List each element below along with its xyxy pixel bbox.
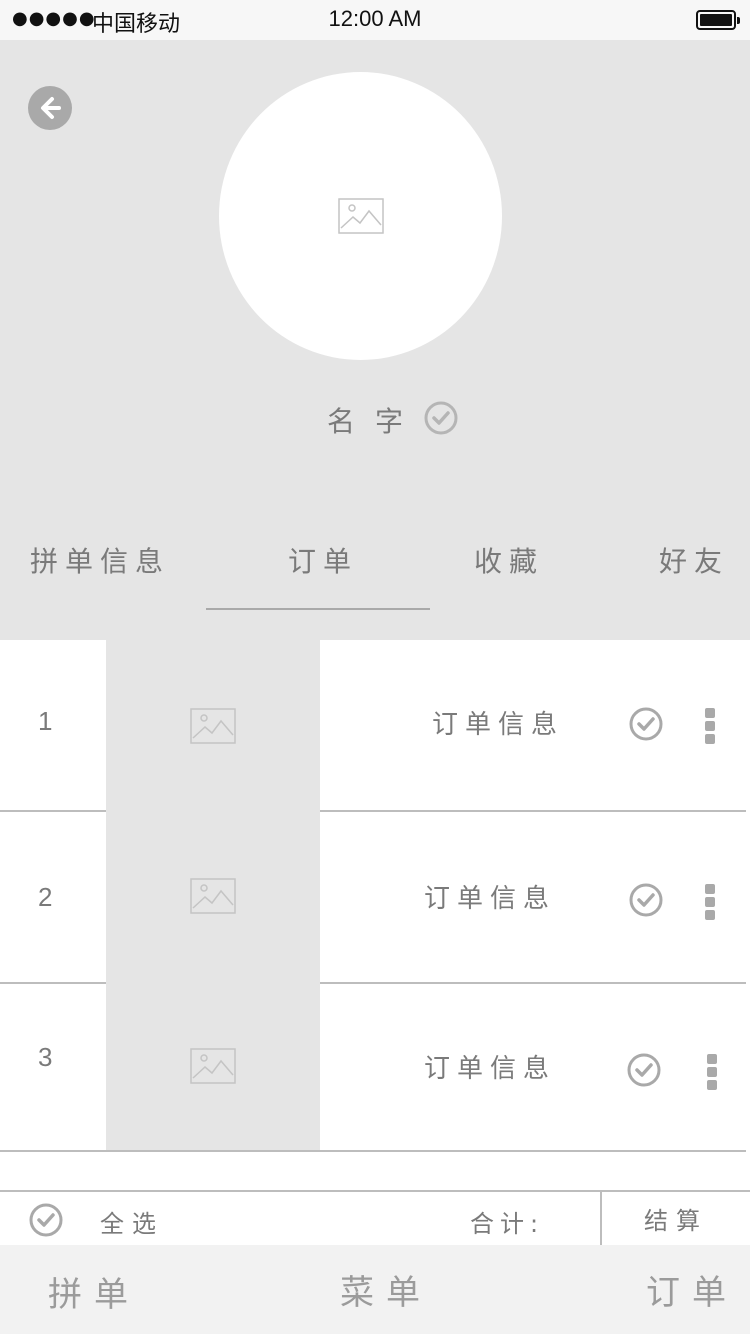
image-placeholder-icon (337, 198, 384, 234)
select-all-label[interactable]: 全选 (100, 1204, 164, 1239)
tab-orders[interactable]: 订单 (288, 540, 358, 580)
status-time: 12:00 AM (328, 6, 422, 31)
image-placeholder-icon (190, 708, 236, 744)
more-vertical-icon[interactable] (707, 1054, 719, 1093)
image-placeholder-icon (190, 1048, 236, 1084)
order-row[interactable]: 1 订单信息 (0, 640, 750, 810)
select-all-check-icon[interactable] (28, 1202, 64, 1238)
row-divider (0, 1150, 746, 1152)
profile-tabs: 拼单信息 订单 收藏 好友 (0, 540, 750, 600)
bottom-tab-bar: 拼单 菜单 订单 (0, 1245, 750, 1334)
tab-bar-menu[interactable]: 菜单 (340, 1265, 432, 1314)
tab-friends[interactable]: 好友 (659, 540, 729, 580)
order-info[interactable]: 订单信息 (424, 878, 556, 915)
total-label: 合计: (470, 1210, 545, 1238)
order-index: 3 (38, 1042, 53, 1072)
more-vertical-icon[interactable] (705, 884, 717, 923)
battery-full-icon (696, 10, 740, 30)
user-name-row: 名字 (0, 398, 750, 442)
status-bar: ●●●●● 中国移动 12:00 AM (0, 0, 750, 40)
order-row[interactable]: 3 订单信息 (0, 984, 750, 1150)
order-index: 2 (38, 882, 53, 912)
tab-bar-group-buy[interactable]: 拼单 (48, 1267, 140, 1316)
tab-group-buy-info[interactable]: 拼单信息 (30, 540, 170, 580)
checkout-bar: 全选 合计: 结算 (0, 1190, 750, 1247)
back-arrow-icon[interactable] (28, 86, 72, 130)
check-circle-icon[interactable] (628, 706, 664, 742)
tab-bar-orders[interactable]: 订单 (646, 1265, 738, 1314)
order-info[interactable]: 订单信息 (432, 704, 564, 741)
check-circle-icon[interactable] (628, 882, 664, 918)
tab-favorites[interactable]: 收藏 (474, 540, 544, 580)
order-index: 1 (38, 706, 53, 736)
order-row[interactable]: 2 订单信息 (0, 812, 750, 982)
avatar[interactable] (219, 72, 502, 360)
more-vertical-icon[interactable] (705, 708, 717, 747)
order-info[interactable]: 订单信息 (424, 1048, 556, 1085)
check-circle-icon[interactable] (626, 1052, 662, 1088)
user-name: 名字 (326, 405, 423, 438)
checkout-button[interactable]: 结算 (600, 1190, 750, 1247)
profile-header: 名字 拼单信息 订单 收藏 好友 (0, 40, 750, 640)
active-tab-indicator (206, 608, 430, 610)
verified-check-icon (423, 400, 459, 440)
image-placeholder-icon (190, 878, 236, 914)
order-list: 1 订单信息 2 订单信息 3 订单信息 (0, 640, 750, 1152)
